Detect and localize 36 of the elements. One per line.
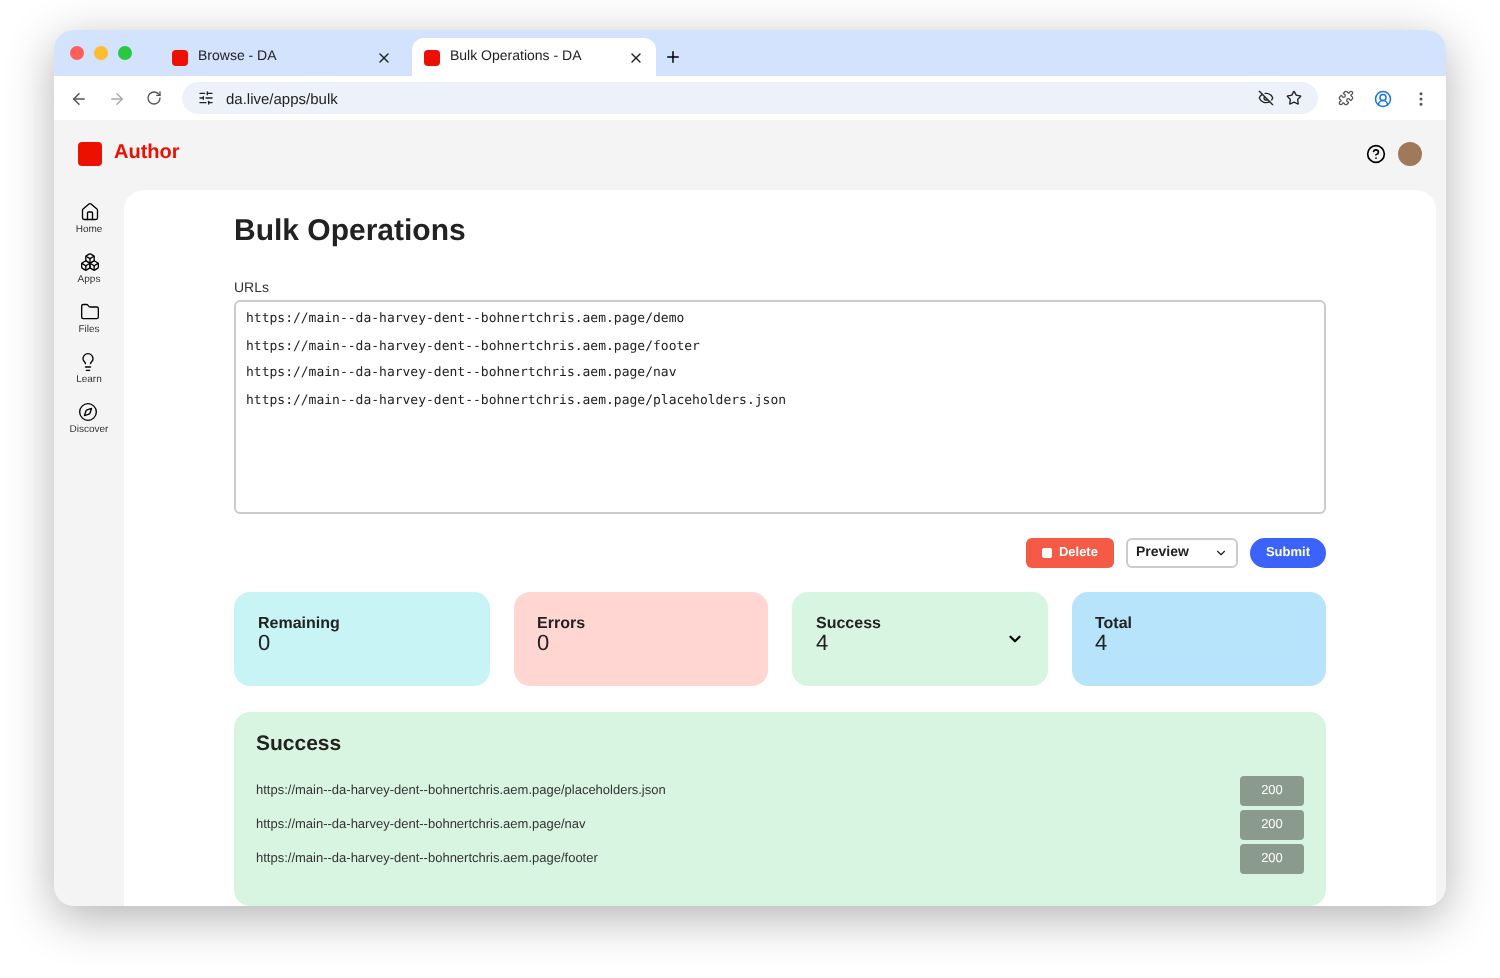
stat-label: Remaining: [258, 614, 340, 632]
reload-icon[interactable]: [146, 90, 162, 106]
results-title: Success: [256, 732, 344, 756]
chevron-icon: [1213, 546, 1228, 560]
avatar[interactable]: [1398, 141, 1422, 165]
close-icon[interactable]: [628, 49, 644, 65]
stat-value: 4: [816, 632, 829, 656]
stat-value: 0: [258, 632, 271, 656]
logo-icon: [78, 141, 102, 165]
stat-label: Total: [1095, 614, 1133, 632]
profile-icon[interactable]: [1374, 89, 1392, 107]
folder-icon: [79, 302, 99, 322]
close-dot[interactable]: [70, 46, 84, 60]
lightbulb-icon: [78, 352, 99, 372]
back-icon[interactable]: [70, 89, 88, 107]
page-title: Bulk Operations: [234, 214, 468, 248]
zoom-dot[interactable]: [118, 46, 132, 60]
apps-icon: [79, 252, 99, 272]
stat-value: 0: [537, 632, 550, 656]
logo-icon: [424, 49, 440, 65]
close-icon[interactable]: [376, 49, 392, 65]
new-tab-icon[interactable]: [664, 48, 682, 66]
brand-name: Author: [114, 142, 182, 164]
chevron-icon[interactable]: [1005, 630, 1023, 648]
eye-off-icon[interactable]: [1258, 90, 1274, 106]
star-icon[interactable]: [1286, 90, 1302, 106]
stat-label: Success: [816, 614, 881, 632]
sliders-icon[interactable]: [198, 90, 214, 106]
minimize-dot[interactable]: [94, 46, 108, 60]
logo-icon: [172, 49, 188, 65]
stat-value: 4: [1095, 632, 1108, 656]
help-icon[interactable]: [1366, 143, 1386, 163]
extensions-icon[interactable]: [1338, 90, 1354, 106]
stat-label: Errors: [537, 614, 586, 632]
home-icon: [79, 202, 99, 222]
compass-icon: [78, 402, 99, 422]
